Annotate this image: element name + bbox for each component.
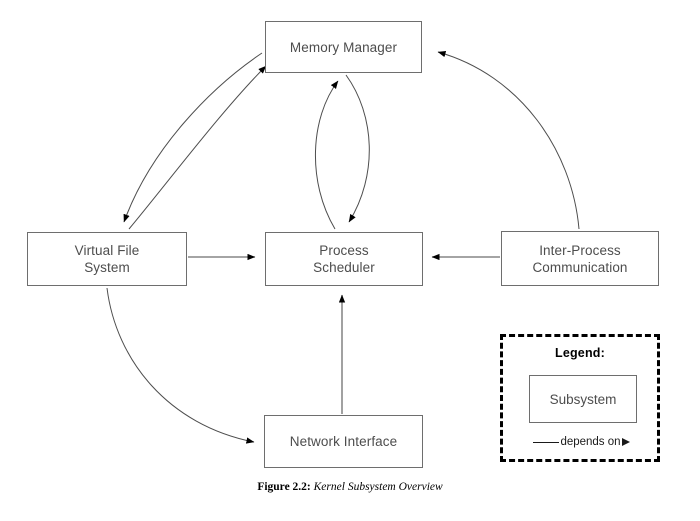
- node-network-interface-label: Network Interface: [289, 434, 398, 449]
- edge-process-scheduler-to-memory-manager: [314, 80, 339, 230]
- node-process-scheduler[interactable]: Process Scheduler: [265, 232, 423, 286]
- legend-edge-line: [533, 441, 560, 443]
- figure-caption: Figure 2.2: Kernel Subsystem Overview: [0, 481, 700, 493]
- legend-arrowhead-icon: [621, 438, 630, 446]
- figure-kernel-subsystem-overview: Memory Manager Virtual File System Proce…: [0, 0, 700, 521]
- node-inter-process-communication-label: Inter-Process Communication: [532, 242, 628, 275]
- edge-inter-process-communication-to-memory-manager: [437, 50, 580, 230]
- legend-box: Legend: Subsystem depends on: [500, 334, 660, 462]
- legend-title: Legend:: [554, 346, 605, 360]
- node-inter-process-communication[interactable]: Inter-Process Communication: [501, 231, 659, 286]
- node-virtual-file-system-label: Virtual File System: [74, 243, 140, 275]
- edge-virtual-file-system-to-network-interface: [106, 287, 255, 444]
- node-process-scheduler-label: Process Scheduler: [313, 243, 375, 275]
- edge-virtual-file-system-to-memory-manager: [128, 65, 267, 230]
- edge-memory-manager-to-virtual-file-system: [123, 52, 263, 223]
- node-memory-manager[interactable]: Memory Manager: [265, 21, 422, 73]
- legend-subsystem-sample: Subsystem: [529, 375, 637, 423]
- legend-edge-label: depends on: [560, 436, 621, 448]
- legend-subsystem-label: Subsystem: [549, 391, 617, 407]
- edge-memory-manager-to-process-scheduler: [345, 74, 370, 223]
- node-memory-manager-label: Memory Manager: [289, 39, 398, 55]
- figure-caption-title: Kernel Subsystem Overview: [313, 481, 443, 493]
- node-virtual-file-system[interactable]: Virtual File System: [27, 232, 187, 286]
- legend-edge-sample: depends on: [514, 432, 649, 452]
- figure-caption-label: Figure 2.2:: [257, 481, 311, 493]
- node-network-interface[interactable]: Network Interface: [264, 415, 423, 468]
